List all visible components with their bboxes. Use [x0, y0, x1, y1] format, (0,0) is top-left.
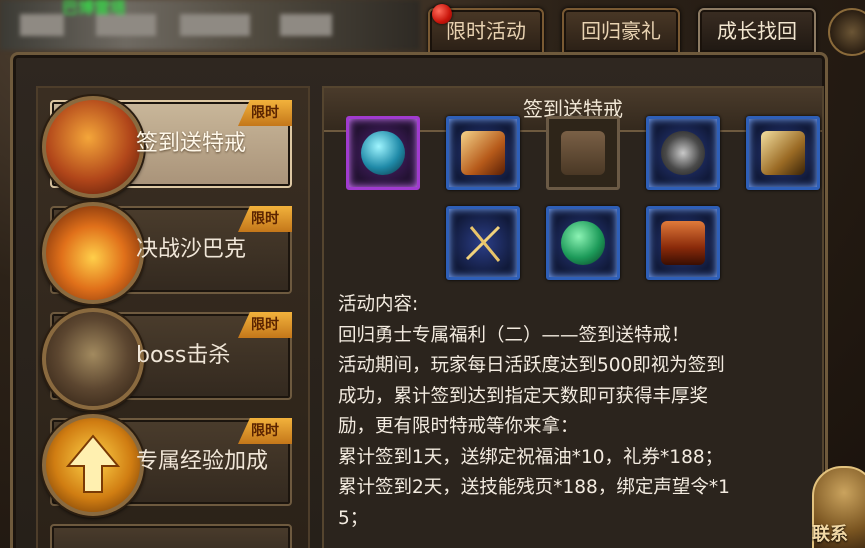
- paper-icon: [561, 131, 605, 175]
- green-orb-icon: [561, 221, 605, 265]
- up-arrow-icon: [42, 414, 144, 516]
- reward-slot[interactable]: [446, 206, 520, 280]
- sidebar-item-label: 决战沙巴克: [136, 237, 247, 262]
- description-line: 5；: [338, 507, 369, 529]
- limited-badge: 限时: [238, 206, 292, 232]
- activity-sidebar: 签到送特戒 限时 决战沙巴克 限时 boss击杀 限时 专属经验加成 限时: [36, 86, 310, 548]
- reward-slot[interactable]: [646, 116, 720, 190]
- tab-growth-recovery[interactable]: 成长找回: [698, 8, 816, 54]
- arrow-shape: [65, 434, 121, 493]
- top-right-round-button[interactable]: [828, 8, 865, 56]
- chest-icon: [761, 131, 805, 175]
- reward-slot[interactable]: [446, 116, 520, 190]
- notification-dot-icon: [432, 4, 452, 24]
- limited-badge: 限时: [238, 100, 292, 126]
- limited-badge: 限时: [238, 312, 292, 338]
- activity-description: 活动内容: 回归勇士专属福利（二）——签到送特戒！ 活动期间，玩家每日活跃度达到…: [338, 290, 808, 534]
- sidebar-item-boss-kill[interactable]: boss击杀 限时: [42, 308, 292, 410]
- description-line: 活动期间，玩家每日活跃度达到500即视为签到: [338, 355, 725, 376]
- tab-return-gift[interactable]: 回归豪礼: [562, 8, 680, 54]
- description-line: 回归勇士专属福利（二）——签到送特戒！: [338, 324, 690, 346]
- reward-slot[interactable]: [746, 116, 820, 190]
- description-line: 累计签到1天，送绑定祝福油*10，礼券*188；: [338, 446, 724, 468]
- reward-slot[interactable]: [546, 116, 620, 190]
- sidebar-item-label: 签到送特戒: [136, 131, 247, 156]
- sidebar-item-partial[interactable]: [50, 524, 292, 548]
- game-window: 巴博雷塔 限时活动 回归豪礼 成长找回 签到送特戒 限时 决战沙巴克 限时 bo…: [0, 0, 865, 548]
- blue-orb-icon: [361, 131, 405, 175]
- reward-slot[interactable]: [346, 116, 420, 190]
- sidebar-item-exp-bonus[interactable]: 专属经验加成 限时: [42, 414, 292, 516]
- blurred-title: 巴博雷塔: [62, 0, 127, 17]
- sidebar-item-signin-ring[interactable]: 签到送特戒 限时: [42, 96, 292, 198]
- scroll-icon: [461, 131, 505, 175]
- reward-slot[interactable]: [546, 206, 620, 280]
- blurred-top-bar: 巴博雷塔: [0, 0, 420, 50]
- boss-monster-icon: [42, 308, 144, 410]
- description-line: 成功，累计签到达到指定天数即可获得丰厚奖: [338, 385, 709, 407]
- sidebar-item-label: boss击杀: [136, 343, 231, 368]
- crossed-swords-icon: [465, 225, 501, 262]
- sidebar-item-shabak[interactable]: 决战沙巴克 限时: [42, 202, 292, 304]
- contact-label: 联系: [812, 524, 848, 545]
- ring-icon: [661, 131, 705, 175]
- treasure-chest-icon: [661, 221, 705, 265]
- reward-slot[interactable]: [646, 206, 720, 280]
- treasure-bag-icon: [42, 96, 144, 198]
- description-line: 活动内容:: [338, 294, 419, 315]
- description-line: 累计签到2天，送技能残页*188，绑定声望令*1: [338, 477, 730, 498]
- description-line: 励，更有限时特戒等你来拿：: [338, 416, 579, 437]
- castle-battle-icon: [42, 202, 144, 304]
